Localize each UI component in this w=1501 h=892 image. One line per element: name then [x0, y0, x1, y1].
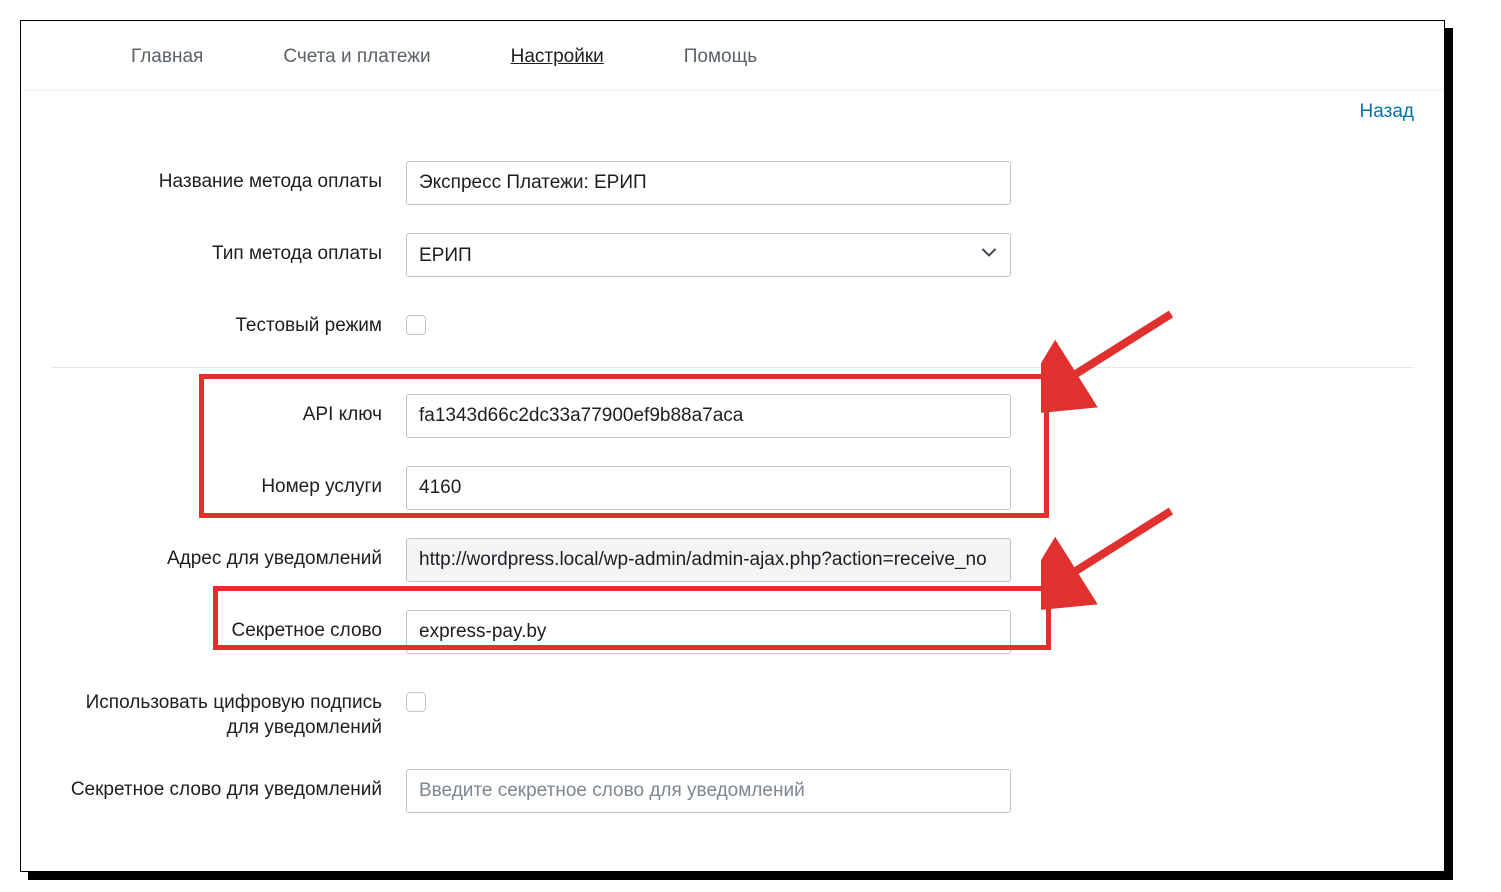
tab-settings[interactable]: Настройки [511, 46, 604, 68]
row-use-signature: Использовать цифровую подпись для уведом… [51, 682, 1414, 741]
input-method-name[interactable] [406, 161, 1011, 205]
label-method-type: Тип метода оплаты [51, 233, 406, 267]
back-link[interactable]: Назад [1360, 101, 1414, 123]
label-test-mode: Тестовый режим [51, 305, 406, 339]
label-secret-notify: Секретное слово для уведомлений [51, 769, 406, 803]
checkbox-use-signature[interactable] [406, 692, 426, 712]
form-content: Название метода оплаты Тип метода оплаты… [21, 141, 1444, 871]
row-secret-notify: Секретное слово для уведомлений [51, 769, 1414, 813]
row-service-number: Номер услуги [51, 466, 1414, 510]
row-method-type: Тип метода оплаты ЕРИП [51, 233, 1414, 277]
label-secret-word: Секретное слово [51, 610, 406, 644]
label-method-name: Название метода оплаты [51, 161, 406, 195]
nav-tabs: Главная Счета и платежи Настройки Помощь [21, 21, 1444, 89]
row-test-mode: Тестовый режим [51, 305, 1414, 339]
row-secret-word: Секретное слово [51, 610, 1414, 654]
label-use-signature: Использовать цифровую подпись для уведом… [51, 682, 406, 741]
input-api-key[interactable] [406, 394, 1011, 438]
input-service-number[interactable] [406, 466, 1011, 510]
divider [51, 367, 1414, 368]
select-method-type[interactable]: ЕРИП [406, 233, 1011, 277]
checkbox-test-mode[interactable] [406, 315, 426, 335]
input-secret-notify[interactable] [406, 769, 1011, 813]
label-api-key: API ключ [51, 394, 406, 428]
row-notify-url: Адрес для уведомлений [51, 538, 1414, 582]
label-notify-url: Адрес для уведомлений [51, 538, 406, 572]
input-notify-url[interactable] [406, 538, 1011, 582]
back-link-row: Назад [21, 89, 1444, 141]
input-secret-word[interactable] [406, 610, 1011, 654]
settings-panel: Главная Счета и платежи Настройки Помощь… [20, 20, 1445, 872]
row-api-key: API ключ [51, 394, 1414, 438]
tab-help[interactable]: Помощь [684, 46, 757, 68]
tab-main[interactable]: Главная [131, 46, 203, 68]
row-method-name: Название метода оплаты [51, 161, 1414, 205]
label-service-number: Номер услуги [51, 466, 406, 500]
tab-accounts[interactable]: Счета и платежи [283, 46, 430, 68]
